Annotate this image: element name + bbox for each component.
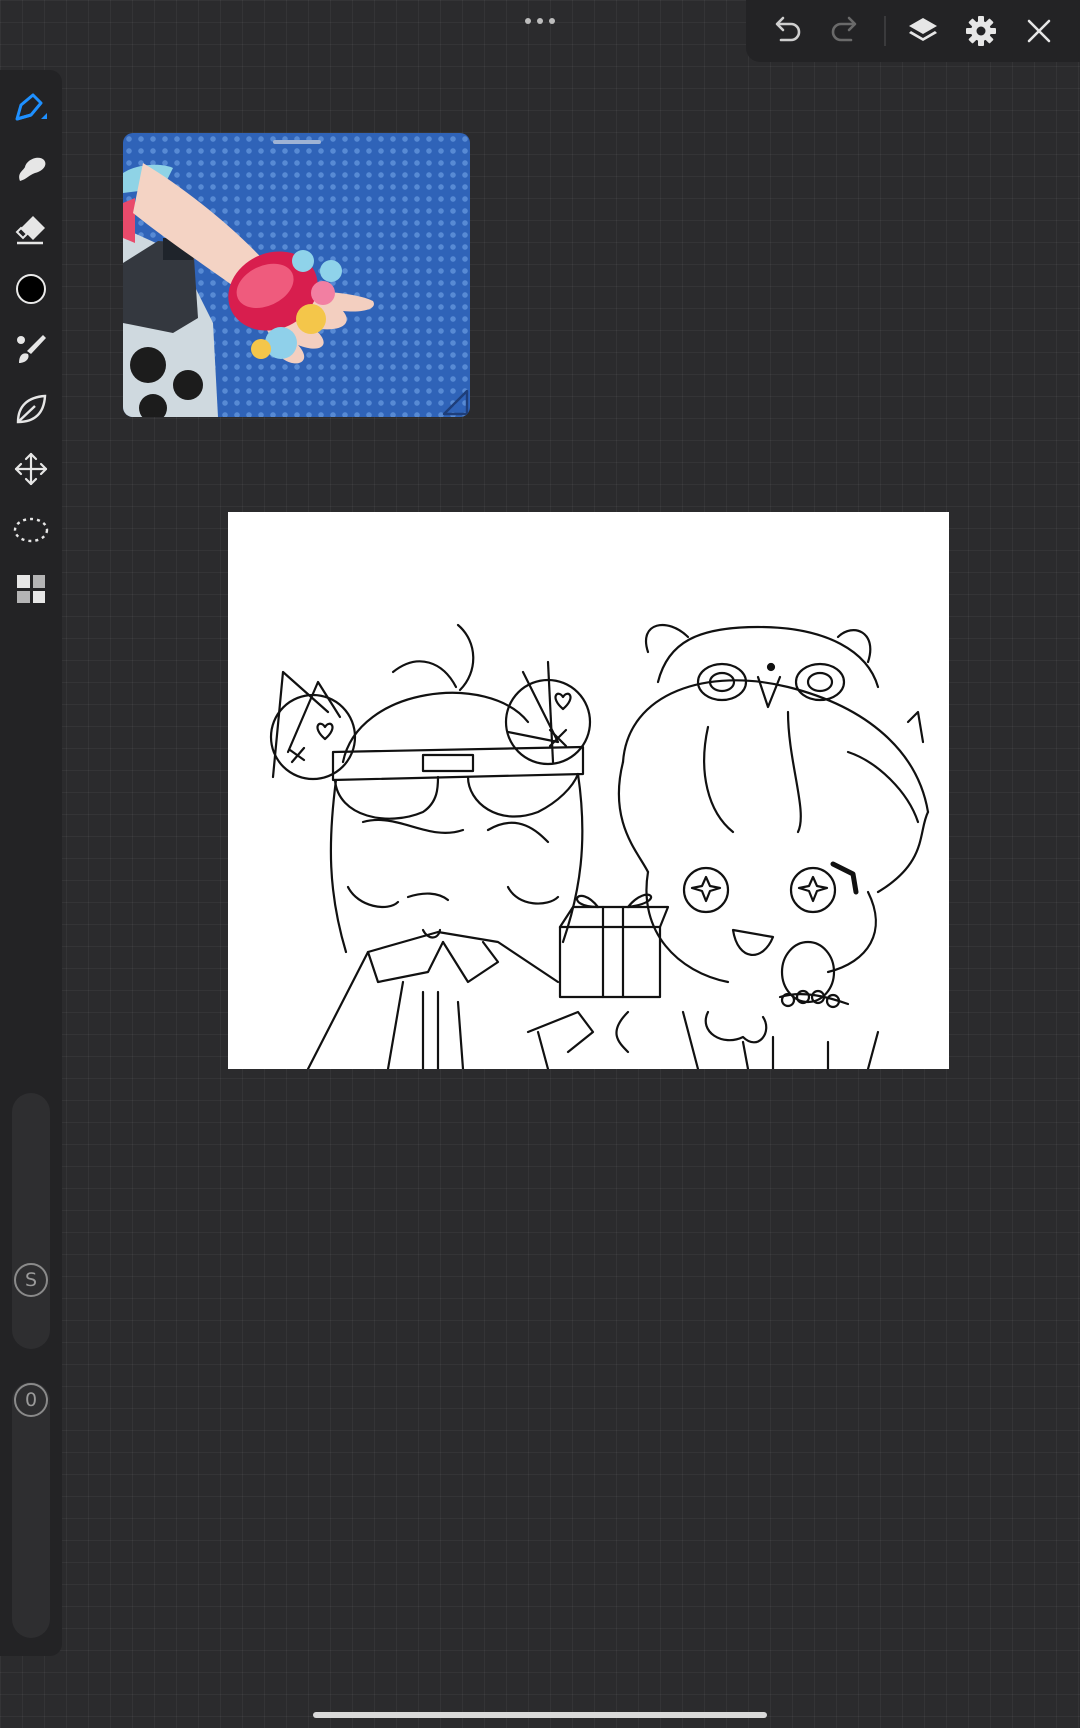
tool-eraser[interactable] bbox=[8, 206, 54, 252]
gear-icon bbox=[966, 16, 996, 46]
eraser-icon bbox=[15, 216, 45, 245]
size-badge[interactable]: S bbox=[14, 1263, 48, 1297]
close-icon bbox=[1027, 19, 1051, 43]
opacity-slider[interactable] bbox=[12, 1382, 50, 1638]
reference-window[interactable] bbox=[123, 133, 470, 417]
tool-color[interactable] bbox=[8, 266, 54, 312]
opacity-badge[interactable]: 0 bbox=[14, 1383, 48, 1417]
pen-icon bbox=[15, 93, 47, 121]
grid-panels-icon bbox=[17, 575, 45, 603]
tool-panels[interactable] bbox=[8, 566, 54, 612]
undo-button[interactable] bbox=[766, 11, 806, 51]
move-arrows-icon bbox=[14, 452, 48, 486]
smudge-blob-icon bbox=[19, 157, 46, 181]
more-options-handle[interactable] bbox=[510, 10, 570, 32]
color-swatch bbox=[16, 274, 46, 304]
redo-icon bbox=[831, 16, 857, 42]
toolbar-separator bbox=[884, 16, 886, 46]
brush-size-slider[interactable] bbox=[12, 1093, 50, 1349]
drawing-canvas[interactable] bbox=[228, 512, 949, 1069]
layers-icon bbox=[909, 18, 937, 41]
redo-button[interactable] bbox=[826, 11, 866, 51]
layers-button[interactable] bbox=[903, 11, 943, 51]
tool-lasso-select[interactable] bbox=[8, 506, 54, 552]
tool-pen[interactable] bbox=[8, 86, 54, 132]
line-art-drawing bbox=[269, 623, 930, 1069]
lasso-selection-icon bbox=[13, 517, 49, 543]
tool-liquify[interactable] bbox=[8, 386, 54, 432]
top-toolbar bbox=[746, 0, 1080, 62]
tool-fill-brush[interactable] bbox=[8, 326, 54, 372]
fill-brush-icon bbox=[17, 335, 46, 363]
tool-smudge[interactable] bbox=[8, 146, 54, 192]
undo-icon bbox=[775, 16, 801, 42]
reference-image bbox=[123, 163, 374, 417]
liquify-leaf-icon bbox=[16, 394, 47, 424]
close-button[interactable] bbox=[1019, 11, 1059, 51]
settings-button[interactable] bbox=[961, 11, 1001, 51]
tool-move[interactable] bbox=[8, 446, 54, 492]
home-indicator[interactable] bbox=[313, 1712, 767, 1718]
resize-corner-icon[interactable] bbox=[440, 387, 470, 417]
